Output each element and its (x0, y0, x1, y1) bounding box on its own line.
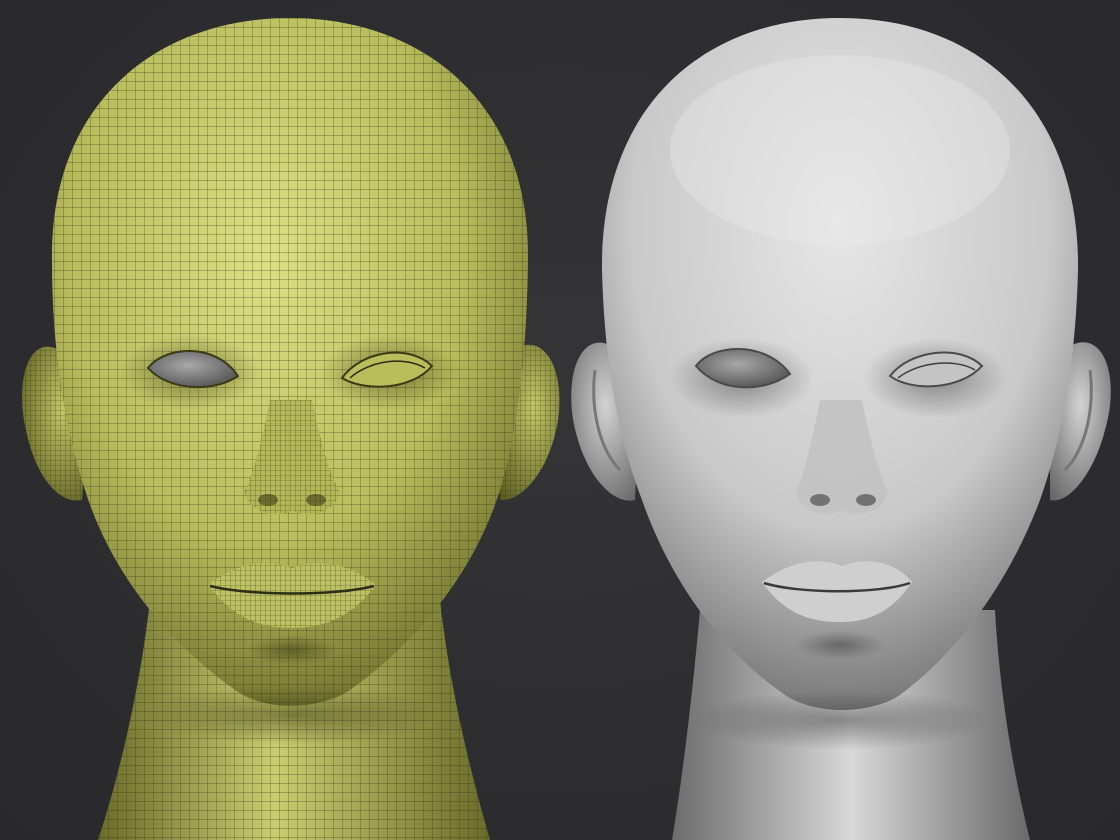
wireframe-head-model (22, 18, 560, 840)
clay-head-model (571, 18, 1111, 840)
viewport-canvas (0, 0, 1120, 840)
